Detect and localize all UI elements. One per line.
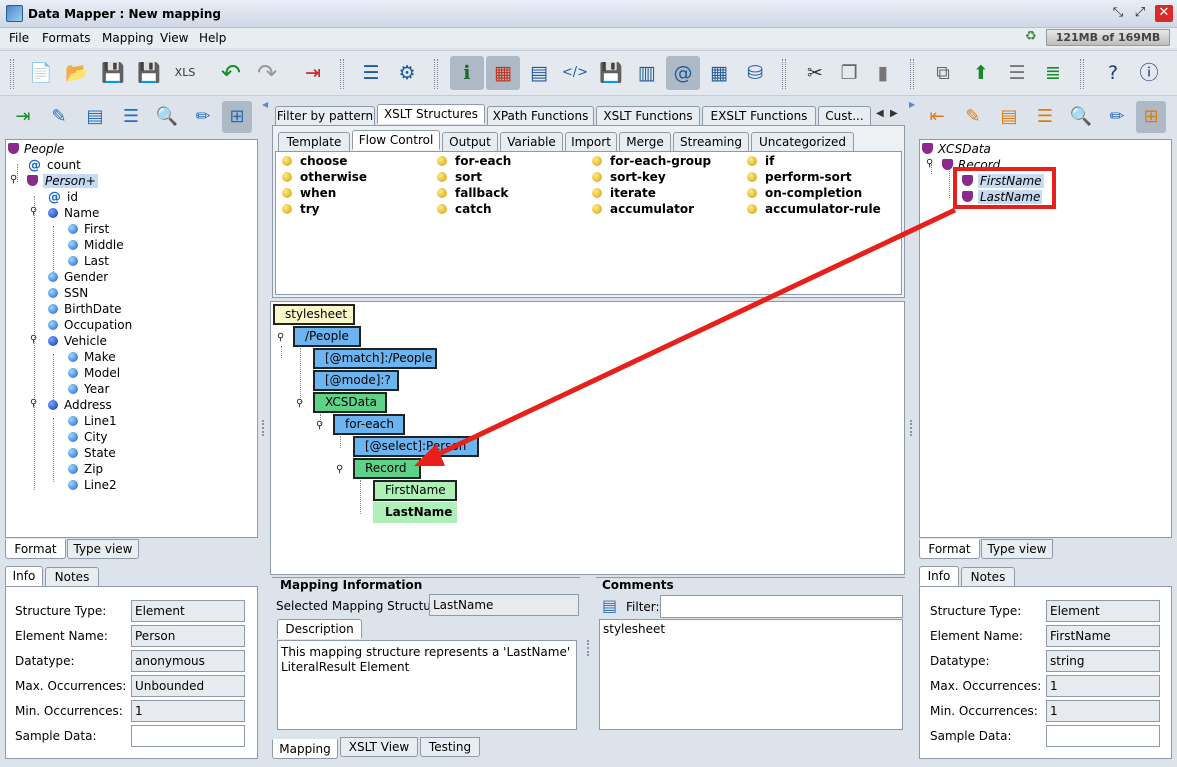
annotation-arrow bbox=[414, 207, 957, 466]
